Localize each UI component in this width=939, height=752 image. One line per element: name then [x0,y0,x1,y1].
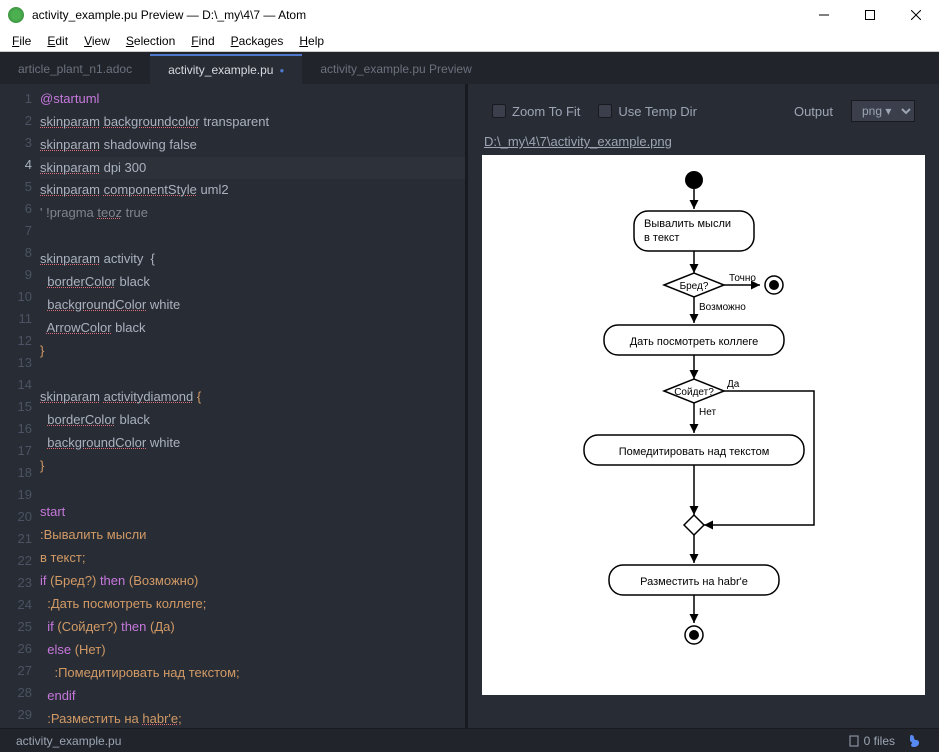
tab-2[interactable]: activity_example.pu Preview [302,54,489,84]
svg-text:Бред?: Бред? [679,281,708,292]
svg-text:Разместить на habr'е: Разместить на habr'е [640,576,748,588]
main-area: 1234567891011121314151617181920212223242… [0,84,939,728]
app-icon [8,7,24,23]
line-gutter: 1234567891011121314151617181920212223242… [0,84,40,728]
svg-text:Вывалить мысли: Вывалить мысли [644,218,731,230]
output-format-select[interactable]: png ▾svg ▾txt ▾ [851,100,915,122]
preview-pane: Zoom To Fit Use Temp Dir Output png ▾svg… [468,84,939,728]
svg-text:Нет: Нет [699,407,716,418]
minimize-button[interactable] [801,0,847,30]
squirrel-icon[interactable] [901,733,929,749]
svg-text:в текст: в текст [644,232,679,244]
menu-help[interactable]: Help [291,32,332,50]
tab-bar: article_plant_n1.adocactivity_example.pu… [0,52,939,84]
svg-text:Помедитировать над текстом: Помедитировать над текстом [618,446,769,458]
menu-find[interactable]: Find [183,32,222,50]
diagram-preview: Вывалить мысли в текст Бред? Точно Возмо… [482,155,925,695]
menu-view[interactable]: View [76,32,118,50]
output-label: Output [794,104,833,119]
file-icon [848,735,860,747]
menu-packages[interactable]: Packages [223,32,292,50]
status-file[interactable]: activity_example.pu [10,734,127,748]
preview-toolbar: Zoom To Fit Use Temp Dir Output png ▾svg… [482,94,925,132]
svg-text:Да: Да [727,379,740,390]
menu-file[interactable]: File [4,32,39,50]
maximize-button[interactable] [847,0,893,30]
activity-diagram-svg: Вывалить мысли в текст Бред? Точно Возмо… [564,165,844,685]
svg-text:Точно: Точно [729,273,756,284]
menu-edit[interactable]: Edit [39,32,76,50]
zoom-to-fit-checkbox[interactable]: Zoom To Fit [492,104,580,119]
window-titlebar: activity_example.pu Preview — D:\_my\4\7… [0,0,939,30]
menu-bar: FileEditViewSelectionFindPackagesHelp [0,30,939,52]
svg-text:Сойдет?: Сойдет? [674,387,714,398]
code-area[interactable]: @startuml skinparam backgroundcolor tran… [40,84,465,728]
svg-text:Возможно: Возможно [699,302,746,313]
close-button[interactable] [893,0,939,30]
svg-text:Дать посмотреть коллеге: Дать посмотреть коллеге [629,336,758,348]
code-editor[interactable]: 1234567891011121314151617181920212223242… [0,84,465,728]
menu-selection[interactable]: Selection [118,32,183,50]
status-bar: activity_example.pu 0 files [0,728,939,752]
tab-0[interactable]: article_plant_n1.adoc [0,54,150,84]
output-path[interactable]: D:\_my\4\7\activity_example.png [482,132,925,155]
status-git-files[interactable]: 0 files [842,734,901,748]
use-temp-dir-checkbox[interactable]: Use Temp Dir [598,104,697,119]
window-title: activity_example.pu Preview — D:\_my\4\7… [32,8,801,22]
tab-1[interactable]: activity_example.pu [150,54,302,84]
